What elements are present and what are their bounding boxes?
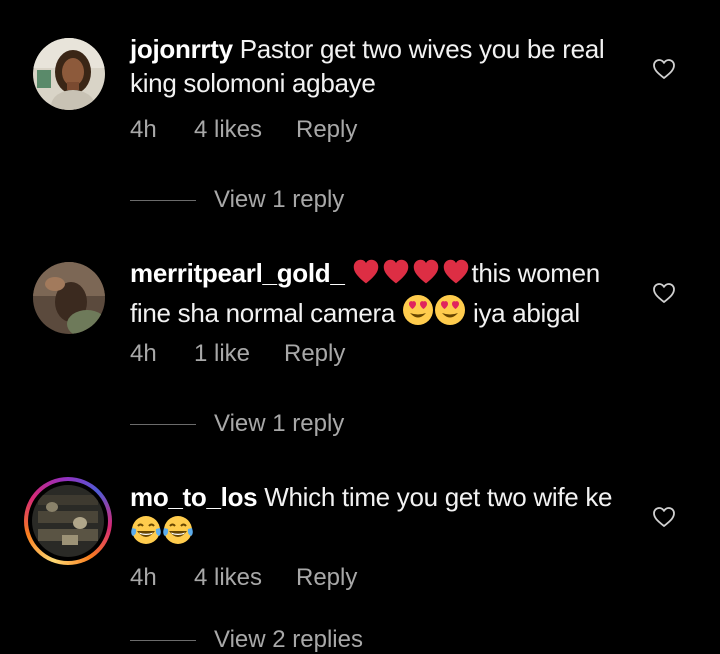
reply-button[interactable]: Reply — [296, 564, 357, 592]
likes-count[interactable]: 4 likes — [194, 116, 296, 144]
tears-of-joy-emoji — [162, 514, 194, 554]
timestamp: 4h — [130, 116, 157, 143]
heart-outline-icon[interactable] — [652, 281, 676, 305]
comment-text: mo_to_los Which time you get two wife ke — [130, 480, 630, 554]
comment-text: merritpearl_gold_ this women fine sha no… — [130, 256, 630, 334]
comment-meta: 4h 4 likes Reply — [130, 564, 357, 592]
comment-meta: 4h 4 likes Reply — [130, 116, 357, 144]
reply-button[interactable]: Reply — [284, 340, 345, 368]
avatar[interactable] — [33, 262, 105, 334]
heart-outline-icon[interactable] — [652, 505, 676, 529]
red-heart-emoji — [411, 258, 441, 294]
username[interactable]: mo_to_los — [130, 482, 258, 512]
view-replies-label: View 1 reply — [214, 186, 345, 213]
timestamp: 4h — [130, 564, 157, 591]
divider-line — [130, 639, 196, 641]
comment-text: jojonrrty Pastor get two wives you be re… — [130, 32, 630, 100]
view-replies-button[interactable]: View 1 reply — [130, 186, 344, 214]
avatar[interactable] — [33, 38, 105, 110]
heart-eyes-emoji — [402, 294, 434, 334]
likes-count[interactable]: 1 like — [194, 340, 284, 368]
avatar — [32, 485, 104, 557]
view-replies-button[interactable]: View 1 reply — [130, 410, 344, 438]
red-heart-emoji — [381, 258, 411, 294]
heart-outline-icon[interactable] — [652, 57, 676, 81]
red-heart-emoji — [351, 258, 381, 294]
view-replies-label: View 2 replies — [214, 626, 363, 653]
divider-line — [130, 423, 196, 425]
view-replies-label: View 1 reply — [214, 410, 345, 437]
comment-meta: 4h 1 like Reply — [130, 340, 345, 368]
heart-eyes-emoji — [434, 294, 466, 334]
comment-body: Which time you get two wife ke — [264, 482, 613, 512]
view-replies-button[interactable]: View 2 replies — [130, 626, 363, 654]
story-ring-avatar[interactable] — [24, 477, 112, 565]
likes-count[interactable]: 4 likes — [194, 564, 296, 592]
username[interactable]: merritpearl_gold_ — [130, 258, 345, 288]
reply-button[interactable]: Reply — [296, 116, 357, 144]
comment-body-end: iya abigal — [472, 298, 580, 328]
timestamp: 4h — [130, 340, 157, 367]
tears-of-joy-emoji — [130, 514, 162, 554]
divider-line — [130, 199, 196, 201]
red-heart-emoji — [441, 258, 471, 294]
username[interactable]: jojonrrty — [130, 34, 233, 64]
